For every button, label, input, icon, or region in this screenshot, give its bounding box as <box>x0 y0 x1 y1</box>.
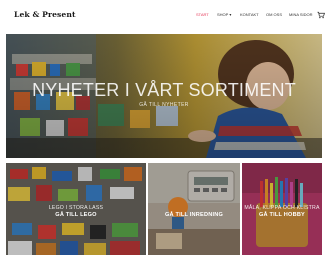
hero-banner[interactable]: NYHETER I VÅRT SORTIMENT GÅ TILL NYHETER <box>6 34 322 158</box>
nav-item-start[interactable]: START <box>196 12 209 17</box>
tile-inredning-link[interactable]: GÅ TILL INREDNING <box>148 212 240 218</box>
inredning-image <box>148 163 240 255</box>
nav-item-shop[interactable]: SHOP ▾ <box>217 12 231 17</box>
hero-title: NYHETER I VÅRT SORTIMENT <box>32 80 296 100</box>
chevron-down-icon: ▾ <box>229 12 232 17</box>
nav-item-shop-label: SHOP <box>217 12 229 17</box>
category-tile-inredning[interactable]: GÅ TILL INREDNING <box>148 163 240 255</box>
site-header: Lek & Present START SHOP ▾ KONTAKT OM OS… <box>0 0 328 33</box>
tile-lego-link[interactable]: GÅ TILL LEGO <box>6 212 146 218</box>
hero-link[interactable]: GÅ TILL NYHETER <box>6 102 322 108</box>
nav-item-mina-sidor[interactable]: MINA SIDOR <box>289 12 313 17</box>
tile-lego-heading: LEGO I STORA LASS <box>48 205 104 211</box>
nav-item-om-oss[interactable]: OM OSS <box>266 12 282 17</box>
tile-hobby-heading: MÅLA, KLIPPA OCH KLISTRA <box>244 205 320 211</box>
tile-hobby-link[interactable]: GÅ TILL HOBBY <box>242 212 322 218</box>
main-nav: START SHOP ▾ KONTAKT OM OSS MINA SIDOR <box>0 12 328 22</box>
category-tile-hobby[interactable]: MÅLA, KLIPPA OCH KLISTRA GÅ TILL HOBBY <box>242 163 322 255</box>
shopping-cart-icon[interactable] <box>317 11 325 19</box>
nav-item-kontakt[interactable]: KONTAKT <box>240 12 259 17</box>
category-tile-lego[interactable]: LEGO I STORA LASS GÅ TILL LEGO <box>6 163 146 255</box>
